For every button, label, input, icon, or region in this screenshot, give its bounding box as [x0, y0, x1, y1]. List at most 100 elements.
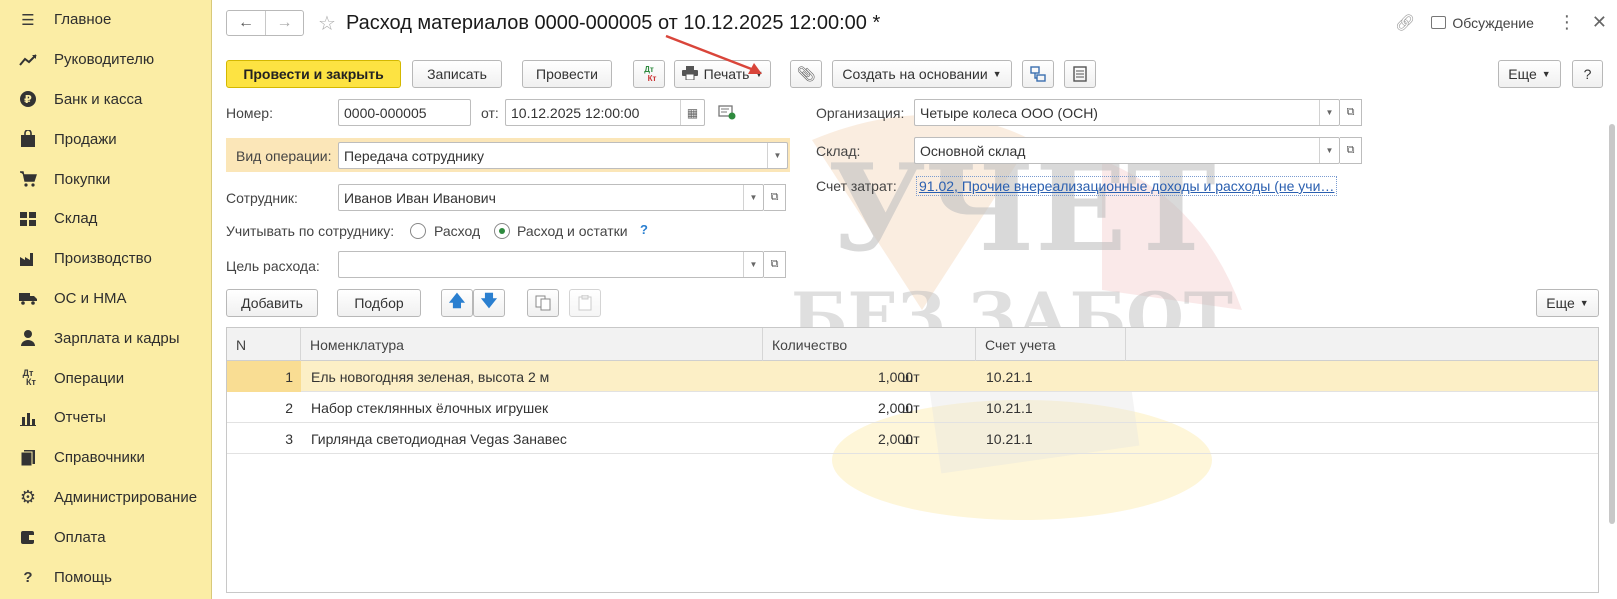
purpose-label: Цель расхода: [226, 258, 320, 274]
sidebar-item-operations[interactable]: Дт Кт Операции [0, 358, 211, 398]
sidebar-item-admin[interactable]: ⚙ Администрирование [0, 478, 211, 518]
operation-type-value: Передача сотруднику [344, 147, 484, 164]
table-row[interactable]: 3 Гирлянда светодиодная Vegas Занавес 2,… [227, 423, 1598, 454]
discussion-label: Обсуждение [1452, 14, 1534, 31]
radio-expense-and-balance[interactable] [494, 223, 510, 239]
paste-rows-button[interactable] [569, 289, 601, 317]
calendar-icon[interactable]: ▦ [680, 100, 704, 125]
create-based-on-button[interactable]: Создать на основании ▼ [832, 60, 1012, 88]
organization-label: Организация: [816, 105, 905, 121]
sidebar-item-purchases[interactable]: Покупки [0, 159, 211, 199]
warehouse-label: Склад: [816, 143, 861, 159]
discussion-button[interactable]: Обсуждение [1431, 15, 1534, 31]
employee-value: Иванов Иван Иванович [344, 189, 496, 206]
sidebar-item-manager[interactable]: Руководителю [0, 40, 211, 80]
forward-arrow-icon[interactable]: → [265, 11, 303, 35]
table-row[interactable]: 2 Набор стеклянных ёлочных игрушек 2,000… [227, 392, 1598, 423]
document-list-icon [1073, 66, 1087, 82]
status-history-icon[interactable] [718, 104, 736, 123]
chevron-down-icon[interactable]: ▼ [743, 185, 763, 210]
help-button[interactable]: ? [1572, 60, 1603, 88]
sidebar-item-label: Производство [54, 250, 152, 268]
open-purpose-icon[interactable]: ⧉ [764, 251, 786, 278]
gear-icon: ⚙ [19, 486, 37, 507]
column-header-account[interactable]: Счет учета [976, 328, 1126, 361]
materials-table: N Номенклатура Количество Счет учета 1 Е… [226, 327, 1599, 593]
open-warehouse-icon[interactable]: ⧉ [1340, 137, 1362, 164]
warehouse-field[interactable]: Основной склад ▼ [914, 137, 1340, 164]
chevron-down-icon: ▼ [992, 69, 1002, 79]
cost-account-link[interactable]: 91.02, Прочие внереализационные доходы и… [916, 176, 1338, 196]
close-icon[interactable]: ✕ [1592, 12, 1607, 33]
column-header-quantity[interactable]: Количество [763, 328, 976, 361]
track-by-employee-label: Учитывать по сотруднику: [226, 223, 395, 239]
column-header-n[interactable]: N [227, 328, 301, 361]
favorite-star-icon[interactable]: ☆ [318, 11, 336, 36]
employee-field[interactable]: Иванов Иван Иванович ▼ [338, 184, 764, 211]
chevron-down-icon[interactable]: ▼ [1319, 138, 1339, 163]
open-employee-icon[interactable]: ⧉ [764, 184, 786, 211]
add-row-button[interactable]: Добавить [226, 289, 318, 317]
sidebar-item-sales[interactable]: Продажи [0, 119, 211, 159]
operation-type-select[interactable]: Передача сотруднику ▼ [338, 142, 788, 169]
save-button[interactable]: Записать [412, 60, 502, 88]
sidebar-item-main[interactable]: ☰ Главное [0, 0, 211, 40]
date-field[interactable]: 10.12.2025 12:00:00 ▦ [505, 99, 705, 126]
attach-button[interactable]: 📎︎ [790, 60, 822, 88]
chevron-down-icon: ▼ [1541, 69, 1551, 79]
more-vertical-icon[interactable]: ⋮ [1558, 12, 1576, 33]
sidebar-item-production[interactable]: Производство [0, 239, 211, 279]
sidebar-item-payment[interactable]: Оплата [0, 517, 211, 557]
sidebar-item-bank[interactable]: ₽ Банк и касса [0, 80, 211, 120]
open-organization-icon[interactable]: ⧉ [1340, 99, 1362, 126]
arrow-up-icon: 🡅 [448, 292, 466, 310]
purpose-field[interactable]: ▼ [338, 251, 764, 278]
number-field[interactable]: 0000-000005 [338, 99, 471, 126]
copy-rows-button[interactable] [527, 289, 559, 317]
help-question-icon[interactable]: ? [640, 222, 648, 237]
table-more-button[interactable]: Еще ▼ [1536, 289, 1599, 317]
title-bar: ← → ☆ Расход материалов 0000-000005 от 1… [226, 8, 880, 38]
sidebar-item-help[interactable]: ? Помощь [0, 557, 211, 597]
sidebar-item-fixed-assets[interactable]: ОС и НМА [0, 279, 211, 319]
sidebar-item-label: Руководителю [54, 51, 155, 69]
move-down-button[interactable]: 🡇 [473, 289, 505, 317]
link-icon[interactable]: 🔗︎ [1395, 13, 1415, 33]
move-up-button[interactable]: 🡅 [441, 289, 473, 317]
pick-button[interactable]: Подбор [337, 289, 421, 317]
sidebar: ☰ Главное Руководителю ₽ Банк и касса Пр… [0, 0, 212, 599]
sidebar-item-catalogs[interactable]: Справочники [0, 438, 211, 478]
paperclip-icon: 📎︎ [796, 66, 816, 83]
back-arrow-icon[interactable]: ← [227, 11, 265, 35]
vertical-scrollbar[interactable] [1607, 106, 1617, 546]
report-button[interactable] [1064, 60, 1096, 88]
table-row[interactable]: 1 Ель новогодняя зеленая, высота 2 м 1,0… [227, 361, 1598, 392]
chevron-down-icon[interactable]: ▼ [1319, 100, 1339, 125]
create-based-label: Создать на основании [842, 66, 988, 82]
cell-nomenclature: Набор стеклянных ёлочных игрушек [311, 399, 549, 416]
structure-button[interactable] [1022, 60, 1054, 88]
sidebar-item-reports[interactable]: Отчеты [0, 398, 211, 438]
radio-expense-label: Расход [434, 223, 481, 239]
debit-credit-button[interactable]: Дт Кт [633, 60, 665, 88]
radio-expense[interactable] [410, 223, 426, 239]
scrollbar-thumb[interactable] [1609, 124, 1615, 524]
more-button[interactable]: Еще ▼ [1498, 60, 1561, 88]
truck-icon [18, 288, 38, 308]
post-button[interactable]: Провести [522, 60, 612, 88]
chevron-down-icon[interactable]: ▼ [743, 252, 763, 277]
cell-unit: шт [902, 430, 920, 447]
sidebar-item-hr[interactable]: Зарплата и кадры [0, 318, 211, 358]
date-value: 10.12.2025 12:00:00 [511, 104, 640, 121]
post-and-close-button[interactable]: Провести и закрыть [226, 60, 401, 88]
copy-icon [535, 295, 551, 311]
cell-account: 10.21.1 [986, 430, 1033, 447]
page-title: Расход материалов 0000-000005 от 10.12.2… [345, 11, 881, 34]
sidebar-item-label: Главное [54, 11, 112, 29]
cell-n: 2 [285, 399, 293, 416]
chevron-down-icon[interactable]: ▼ [767, 143, 787, 168]
trend-icon [18, 50, 38, 70]
sidebar-item-warehouse[interactable]: Склад [0, 199, 211, 239]
column-header-nomenclature[interactable]: Номенклатура [301, 328, 763, 361]
organization-field[interactable]: Четыре колеса ООО (ОСН) ▼ [914, 99, 1340, 126]
